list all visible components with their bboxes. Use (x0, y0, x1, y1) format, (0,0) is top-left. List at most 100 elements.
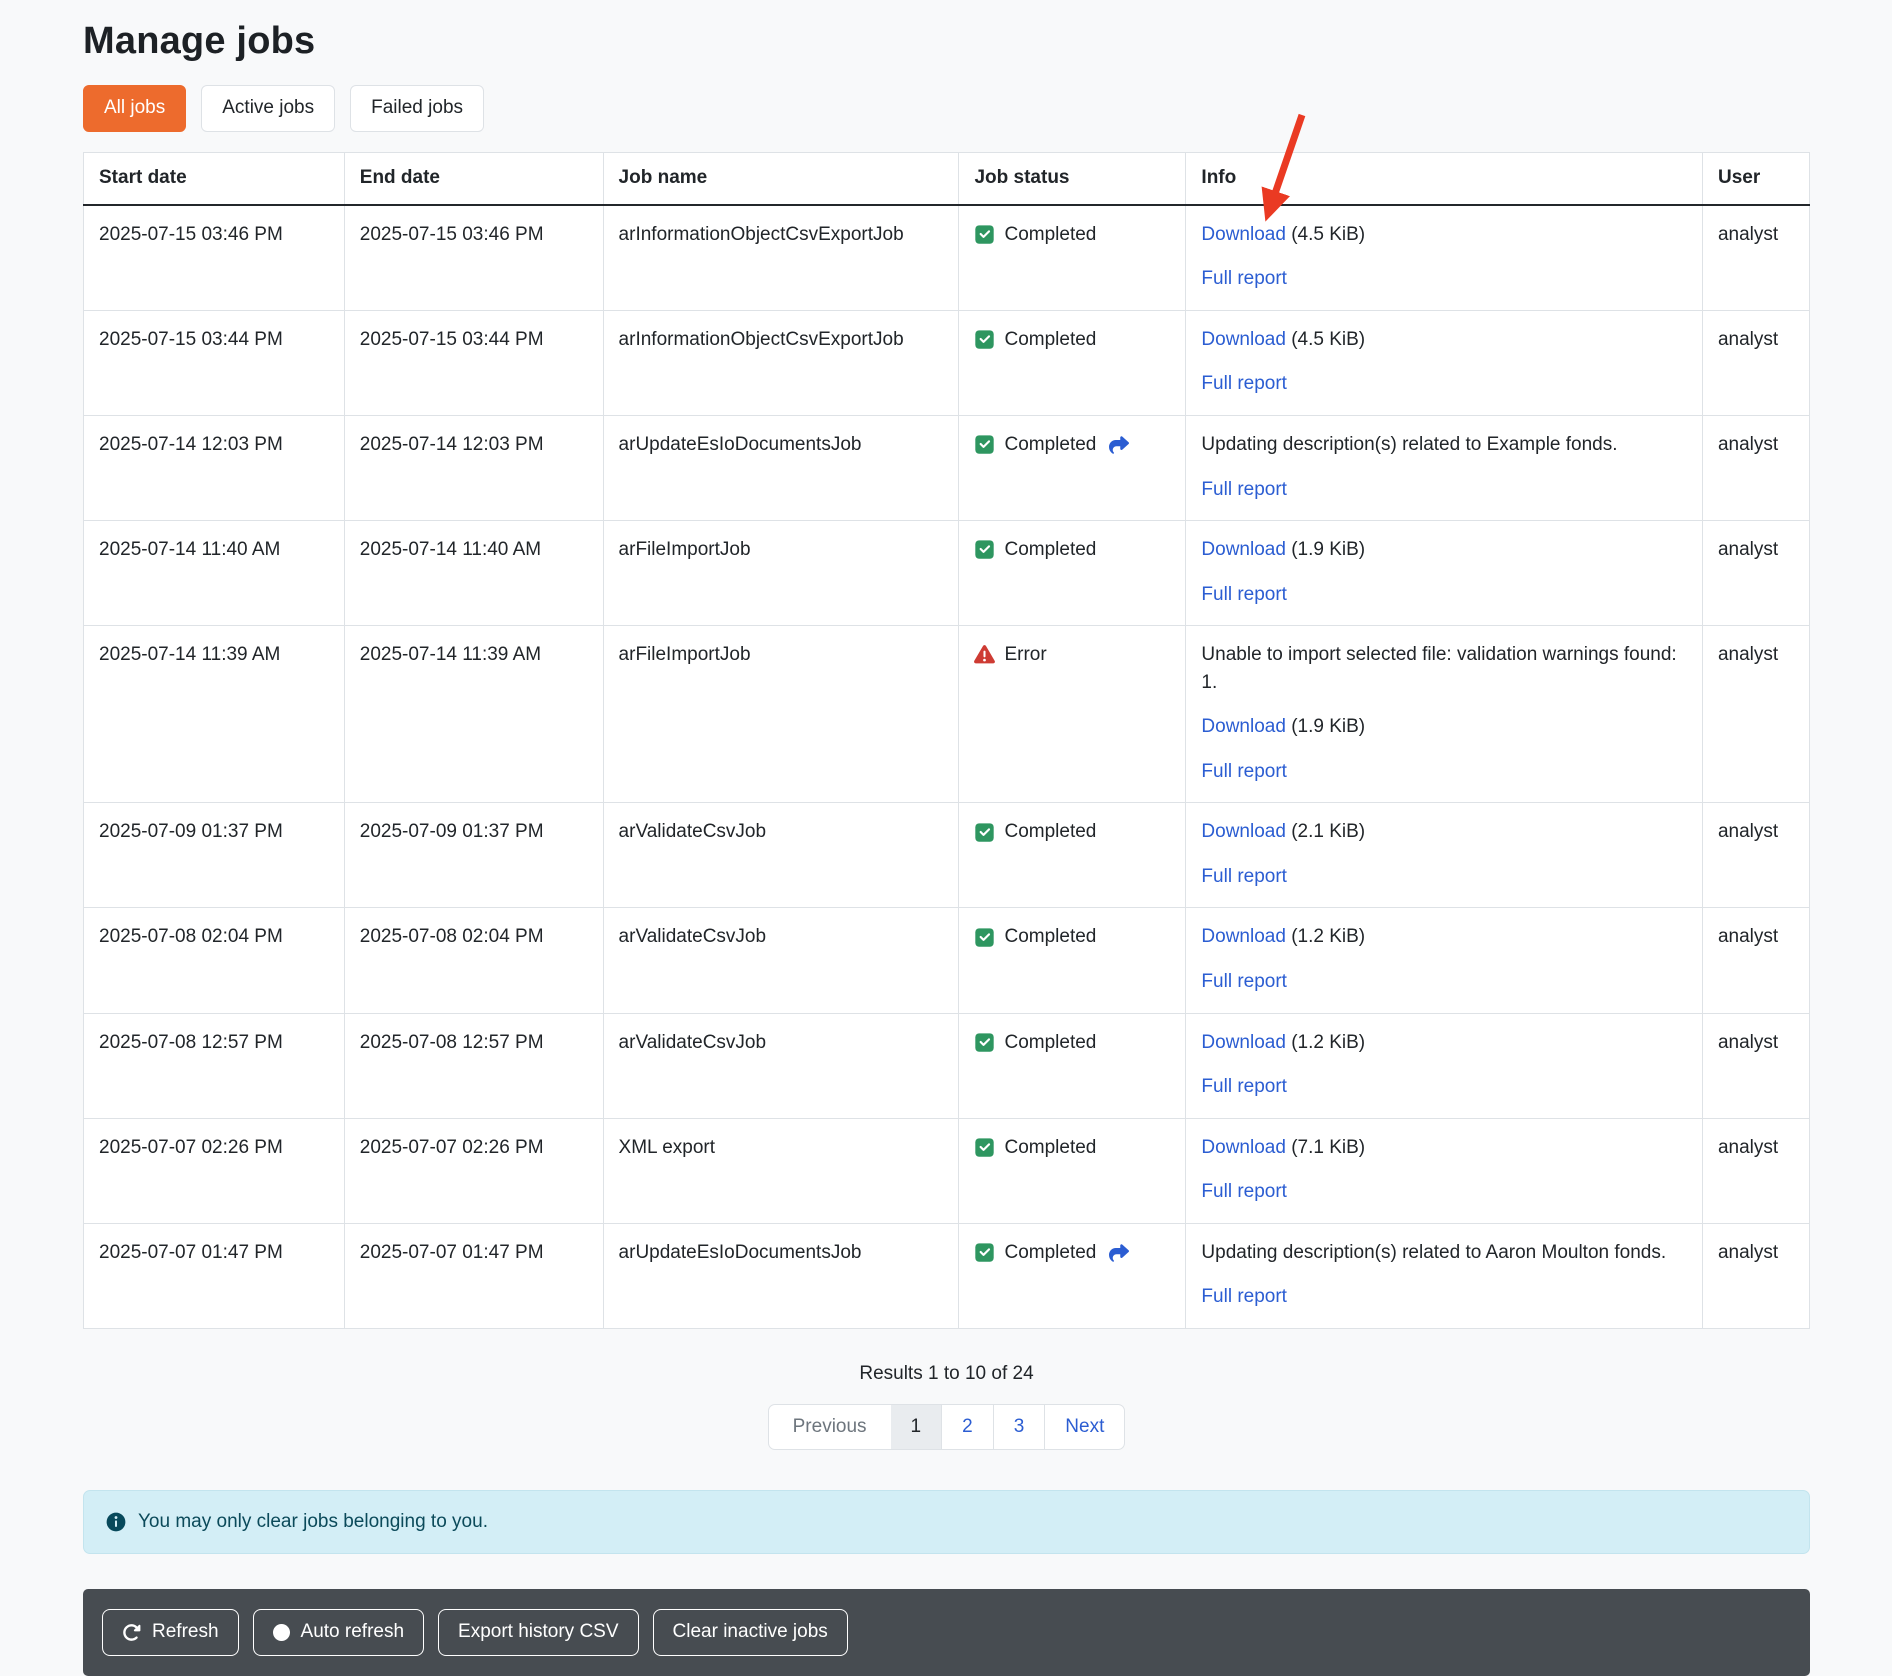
end-date-cell: 2025-07-14 11:40 AM (344, 521, 603, 626)
download-link[interactable]: Download (1201, 329, 1286, 350)
full-report-link[interactable]: Full report (1201, 761, 1287, 782)
column-header-start-date: Start date (84, 152, 345, 205)
job-name-cell: arValidateCsvJob (603, 908, 959, 1013)
filter-all-jobs-button[interactable]: All jobs (83, 85, 186, 132)
job-status-label: Completed (1004, 431, 1096, 459)
end-date-cell: 2025-07-14 12:03 PM (344, 415, 603, 520)
pagination-page-2[interactable]: 2 (941, 1405, 993, 1449)
start-date-cell: 2025-07-08 02:04 PM (84, 908, 345, 1013)
download-link[interactable]: Download (1201, 539, 1286, 560)
full-report-link[interactable]: Full report (1201, 373, 1287, 394)
user-cell: analyst (1702, 521, 1809, 626)
check-square-icon (974, 927, 995, 948)
table-row: 2025-07-14 11:40 AM 2025-07-14 11:40 AM … (84, 521, 1810, 626)
jobs-table-body: 2025-07-15 03:46 PM 2025-07-15 03:46 PM … (84, 205, 1810, 1329)
user-cell: analyst (1702, 626, 1809, 803)
share-arrow-icon (1108, 1243, 1130, 1263)
job-status-label: Completed (1004, 326, 1096, 354)
start-date-cell: 2025-07-15 03:46 PM (84, 205, 345, 311)
job-status-cell: Completed (959, 908, 1186, 1013)
job-info-cell: Updating description(s) related to Aaron… (1186, 1223, 1703, 1328)
job-status-cell: Completed (959, 521, 1186, 626)
table-row: 2025-07-08 02:04 PM 2025-07-08 02:04 PM … (84, 908, 1810, 1013)
column-header-end-date: End date (344, 152, 603, 205)
table-row: 2025-07-09 01:37 PM 2025-07-09 01:37 PM … (84, 803, 1810, 908)
job-status-cell: Completed (959, 415, 1186, 520)
user-cell: analyst (1702, 1118, 1809, 1223)
job-filter-group: All jobs Active jobs Failed jobs (83, 85, 1810, 132)
full-report-link[interactable]: Full report (1201, 584, 1287, 605)
check-square-icon (974, 1137, 995, 1158)
job-status-label: Completed (1004, 923, 1096, 951)
start-date-cell: 2025-07-14 11:40 AM (84, 521, 345, 626)
clear-inactive-jobs-button[interactable]: Clear inactive jobs (653, 1609, 848, 1656)
table-row: 2025-07-14 12:03 PM 2025-07-14 12:03 PM … (84, 415, 1810, 520)
download-link[interactable]: Download (1201, 716, 1286, 737)
auto-refresh-button[interactable]: Auto refresh (253, 1609, 425, 1656)
check-square-icon (974, 434, 995, 455)
full-report-link[interactable]: Full report (1201, 479, 1287, 500)
start-date-cell: 2025-07-15 03:44 PM (84, 310, 345, 415)
column-header-job-status: Job status (959, 152, 1186, 205)
start-date-cell: 2025-07-07 01:47 PM (84, 1223, 345, 1328)
end-date-cell: 2025-07-08 02:04 PM (344, 908, 603, 1013)
download-link[interactable]: Download (1201, 821, 1286, 842)
info-circle-icon (106, 1512, 126, 1532)
end-date-cell: 2025-07-07 01:47 PM (344, 1223, 603, 1328)
job-status-cell: Completed (959, 205, 1186, 311)
full-report-link[interactable]: Full report (1201, 1286, 1287, 1307)
full-report-link[interactable]: Full report (1201, 1076, 1287, 1097)
user-cell: analyst (1702, 1013, 1809, 1118)
job-status-cell: Completed (959, 803, 1186, 908)
warning-triangle-icon (974, 644, 995, 665)
download-link[interactable]: Download (1201, 926, 1286, 947)
job-info-cell: Unable to import selected file: validati… (1186, 626, 1703, 803)
column-header-user: User (1702, 152, 1809, 205)
job-name-cell: arUpdateEsIoDocumentsJob (603, 1223, 959, 1328)
check-square-icon (974, 224, 995, 245)
job-status-label: Completed (1004, 1134, 1096, 1162)
pagination-next[interactable]: Next (1044, 1405, 1124, 1449)
job-name-cell: arInformationObjectCsvExportJob (603, 310, 959, 415)
full-report-link[interactable]: Full report (1201, 971, 1287, 992)
user-cell: analyst (1702, 310, 1809, 415)
refresh-button[interactable]: Refresh (102, 1609, 239, 1656)
table-row: 2025-07-15 03:44 PM 2025-07-15 03:44 PM … (84, 310, 1810, 415)
user-cell: analyst (1702, 415, 1809, 520)
download-link[interactable]: Download (1201, 224, 1286, 245)
full-report-link[interactable]: Full report (1201, 268, 1287, 289)
pagination: Previous 123 Next (768, 1404, 1126, 1450)
check-square-icon (974, 1242, 995, 1263)
manage-jobs-page: Manage jobs All jobs Active jobs Failed … (0, 0, 1892, 1676)
filter-active-jobs-button[interactable]: Active jobs (201, 85, 335, 132)
job-info-cell: Download (4.5 KiB) Full report (1186, 310, 1703, 415)
column-header-info: Info (1186, 152, 1703, 205)
pagination-page-1[interactable]: 1 (891, 1405, 942, 1449)
filter-failed-jobs-button[interactable]: Failed jobs (350, 85, 484, 132)
start-date-cell: 2025-07-07 02:26 PM (84, 1118, 345, 1223)
full-report-link[interactable]: Full report (1201, 1181, 1287, 1202)
table-row: 2025-07-07 02:26 PM 2025-07-07 02:26 PM … (84, 1118, 1810, 1223)
clear-inactive-jobs-label: Clear inactive jobs (673, 1621, 828, 1644)
job-name-cell: arFileImportJob (603, 626, 959, 803)
job-status-cell: Error (959, 626, 1186, 803)
job-name-cell: arFileImportJob (603, 521, 959, 626)
job-status-cell: Completed (959, 1223, 1186, 1328)
full-report-link[interactable]: Full report (1201, 866, 1287, 887)
end-date-cell: 2025-07-07 02:26 PM (344, 1118, 603, 1223)
job-status-cell: Completed (959, 1013, 1186, 1118)
info-alert: You may only clear jobs belonging to you… (83, 1490, 1810, 1554)
download-link[interactable]: Download (1201, 1032, 1286, 1053)
job-info-message: Updating description(s) related to Aaron… (1201, 1239, 1687, 1267)
download-size: (1.2 KiB) (1291, 926, 1365, 947)
download-link[interactable]: Download (1201, 1137, 1286, 1158)
export-history-csv-button[interactable]: Export history CSV (438, 1609, 639, 1656)
job-name-cell: arInformationObjectCsvExportJob (603, 205, 959, 311)
check-square-icon (974, 1032, 995, 1053)
job-info-cell: Download (1.9 KiB) Full report (1186, 521, 1703, 626)
job-status-label: Completed (1004, 1029, 1096, 1057)
pagination-previous[interactable]: Previous (769, 1405, 891, 1449)
user-cell: analyst (1702, 205, 1809, 311)
pagination-page-3[interactable]: 3 (993, 1405, 1045, 1449)
table-row: 2025-07-07 01:47 PM 2025-07-07 01:47 PM … (84, 1223, 1810, 1328)
